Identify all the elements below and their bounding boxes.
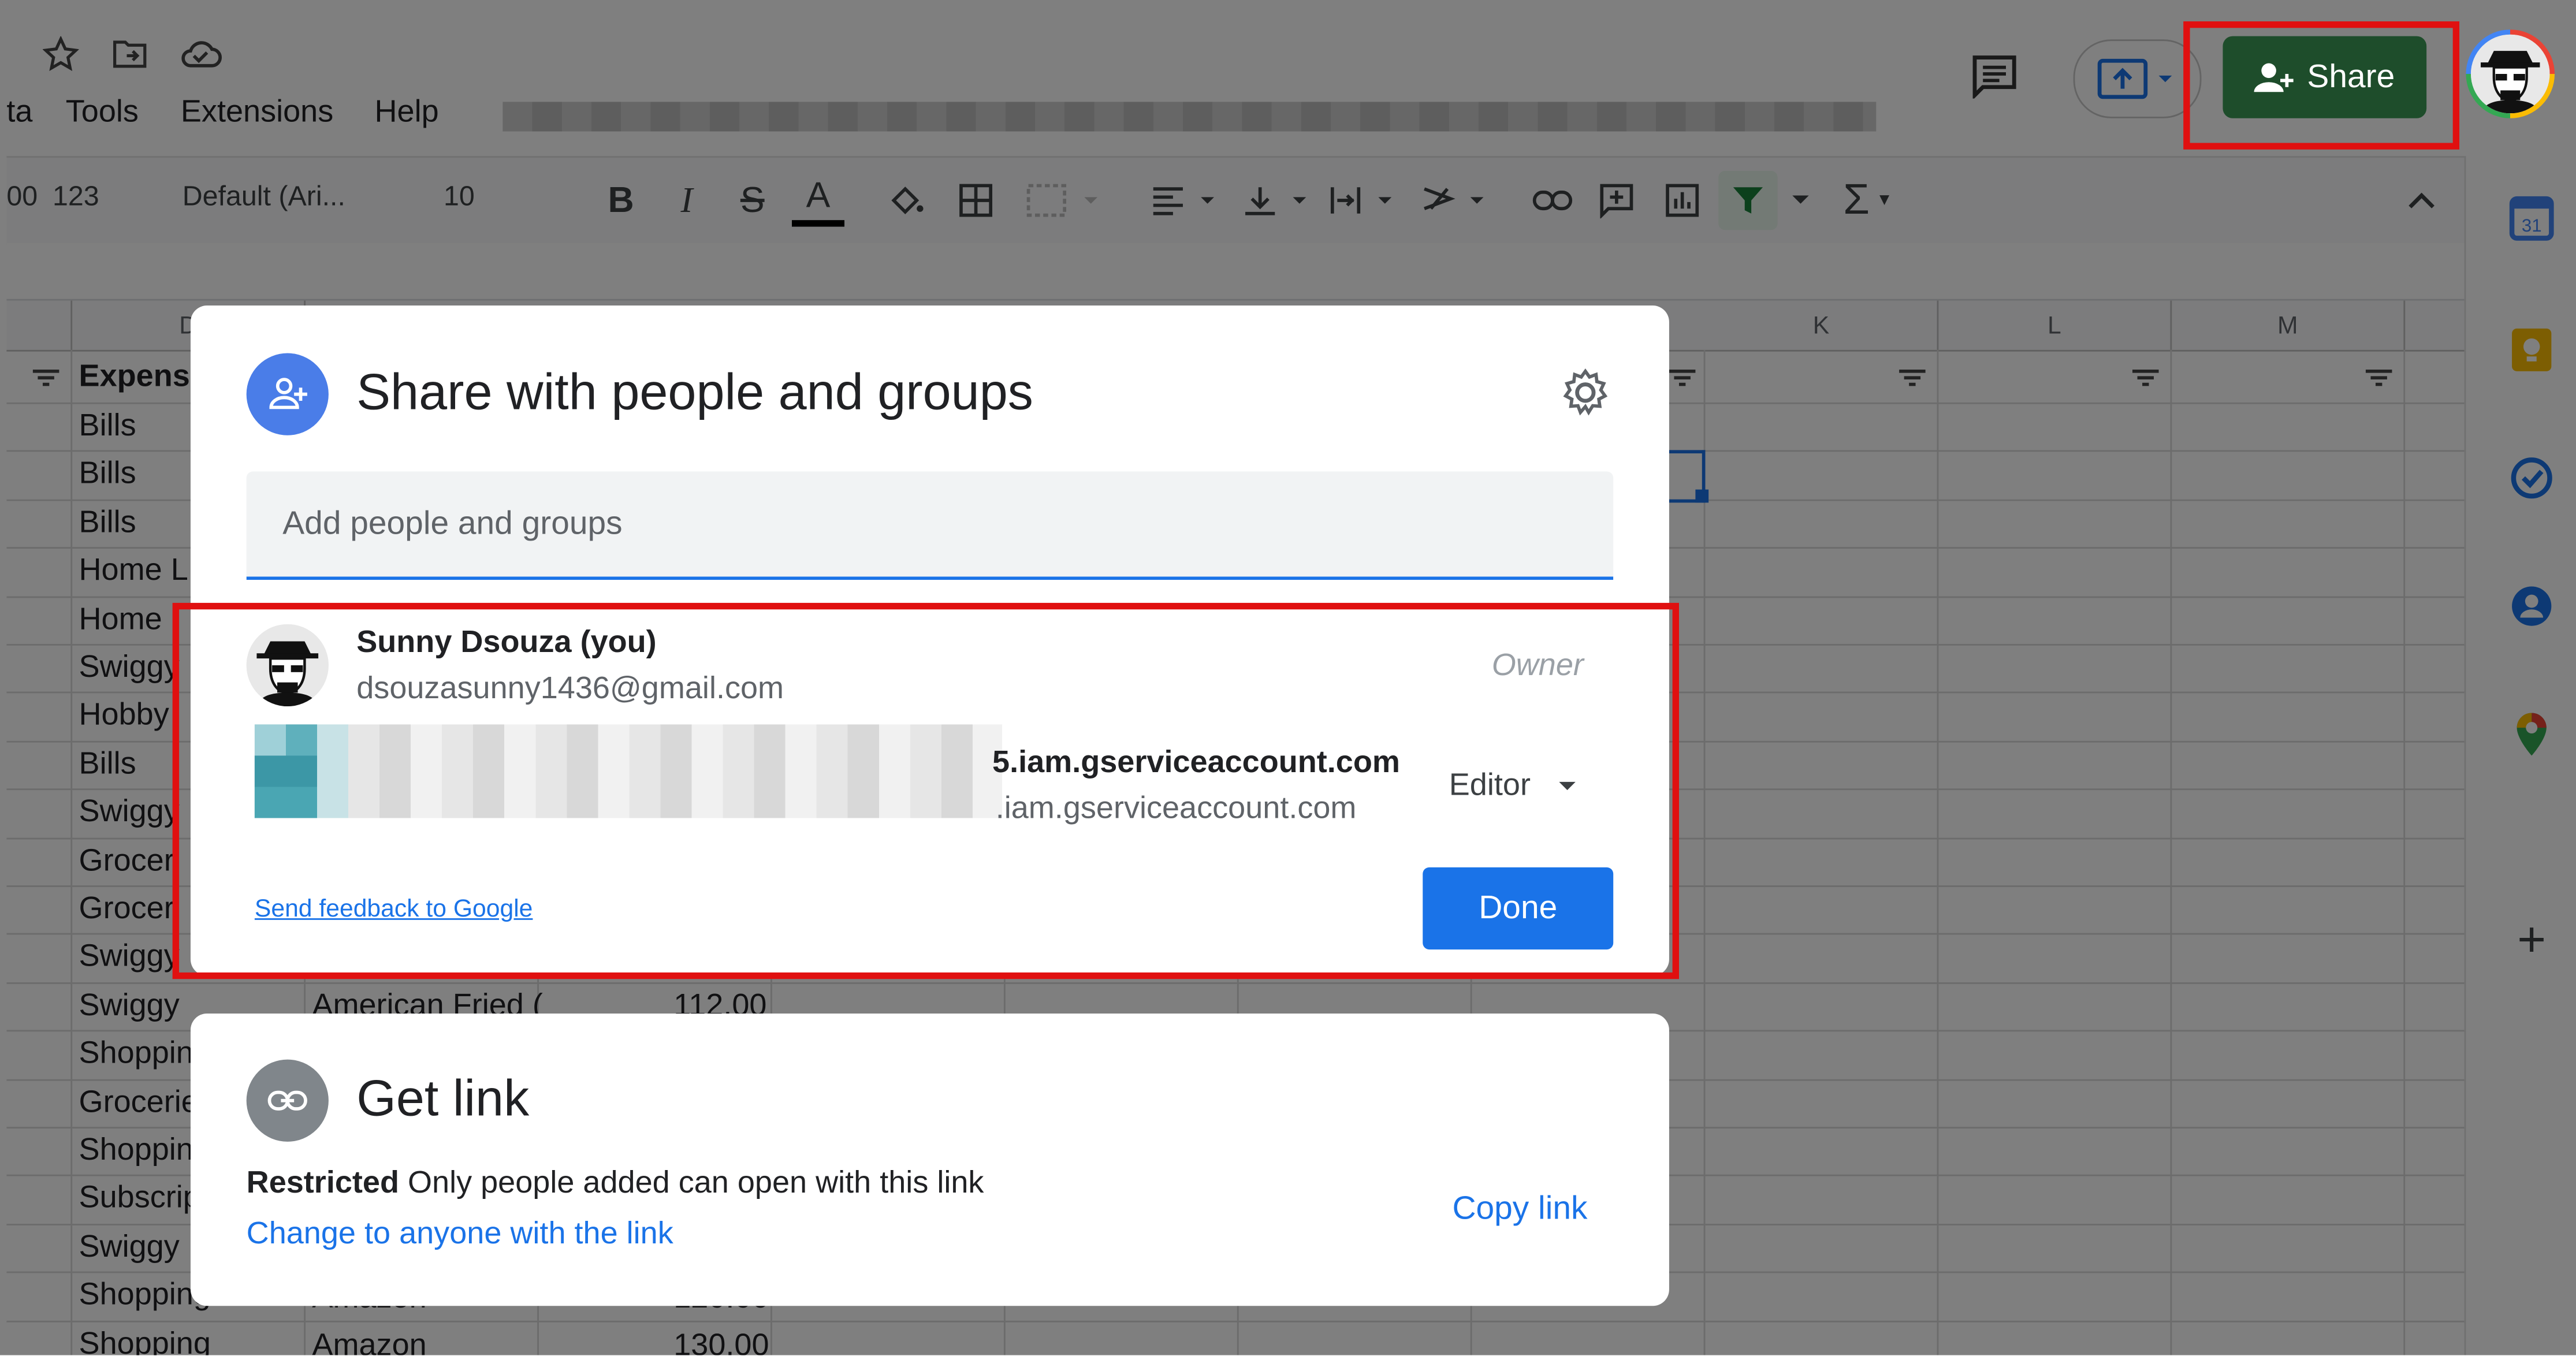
restriction-line: Restricted Only people added can open wi… [247,1167,984,1203]
highlight-box-people [172,602,1679,979]
change-access-link[interactable]: Change to anyone with the link [247,1217,673,1254]
highlight-box-share [2183,21,2460,150]
share-dialog-title: Share with people and groups [356,363,1033,421]
settings-gear-icon[interactable] [1557,364,1613,420]
add-person-icon [246,353,329,435]
avatar-image [2470,34,2550,114]
get-link-title: Get link [356,1069,530,1127]
screenshot-root: ta Tools Extensions Help 00 123 Default … [0,0,2576,1355]
account-avatar[interactable] [2466,29,2555,118]
link-icon [246,1059,329,1142]
restriction-description: Only people added can open with this lin… [407,1166,984,1201]
restriction-label[interactable]: Restricted [247,1167,399,1201]
copy-link-button[interactable]: Copy link [1452,1191,1587,1228]
get-link-dialog [190,1013,1669,1306]
add-people-input[interactable] [246,471,1614,580]
